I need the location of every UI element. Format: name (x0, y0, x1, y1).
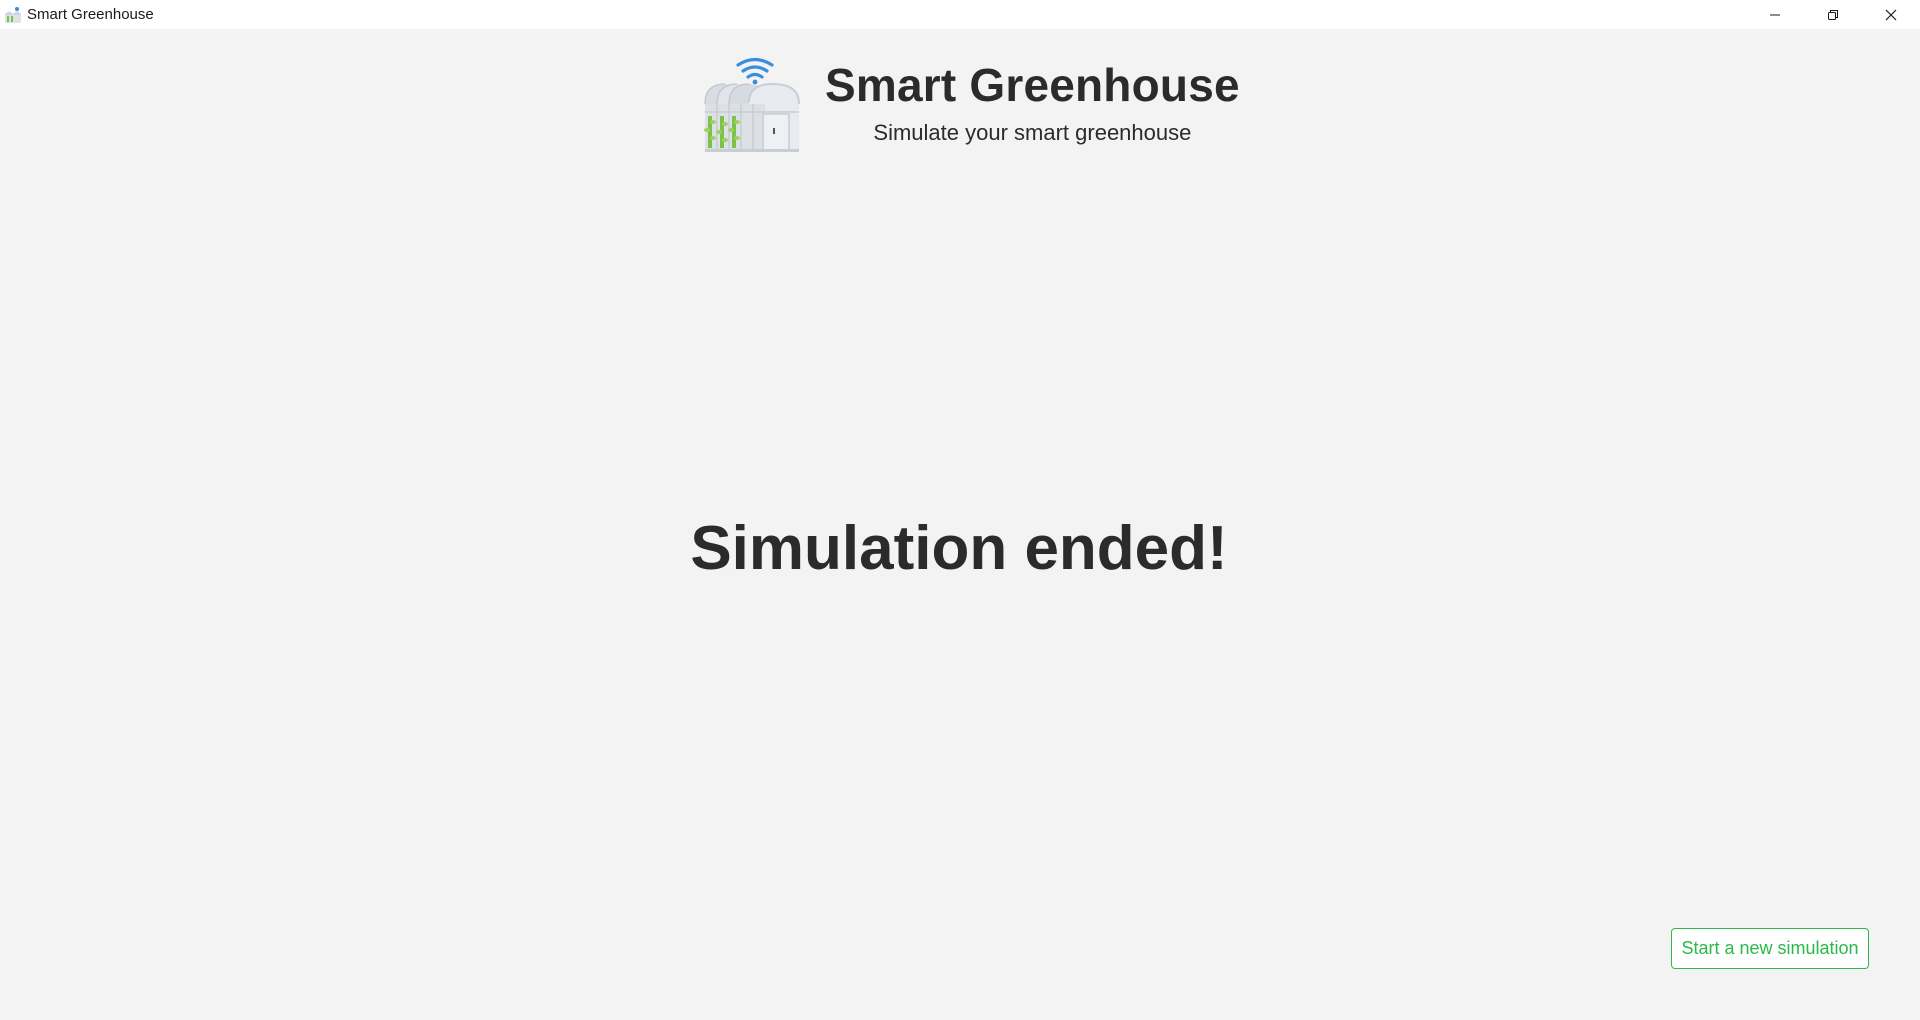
minimize-button[interactable] (1746, 0, 1804, 29)
close-button[interactable] (1862, 0, 1920, 29)
app-window: Smart Greenhouse Smart Greenhouse Simula… (0, 0, 1920, 1020)
app-header: Smart Greenhouse Simulate your smart gre… (703, 54, 1240, 154)
app-title: Smart Greenhouse (825, 59, 1240, 111)
start-new-simulation-button[interactable]: Start a new simulation (1671, 928, 1869, 969)
restore-button[interactable] (1804, 0, 1862, 29)
greenhouse-wifi-icon (704, 57, 800, 152)
simulation-ended-heading: Simulation ended! (690, 514, 1228, 583)
app-subtitle: Simulate your smart greenhouse (873, 120, 1192, 145)
simulation-status: Simulation ended! (0, 513, 1920, 584)
minimize-icon (1770, 14, 1780, 15)
restore-icon (1828, 9, 1838, 20)
close-icon (1885, 9, 1897, 20)
header-text: Smart Greenhouse Simulate your smart gre… (825, 62, 1240, 146)
app-icon (3, 5, 23, 25)
title-bar: Smart Greenhouse (0, 0, 1920, 29)
window-controls (1746, 0, 1920, 29)
window-title: Smart Greenhouse (27, 6, 154, 23)
